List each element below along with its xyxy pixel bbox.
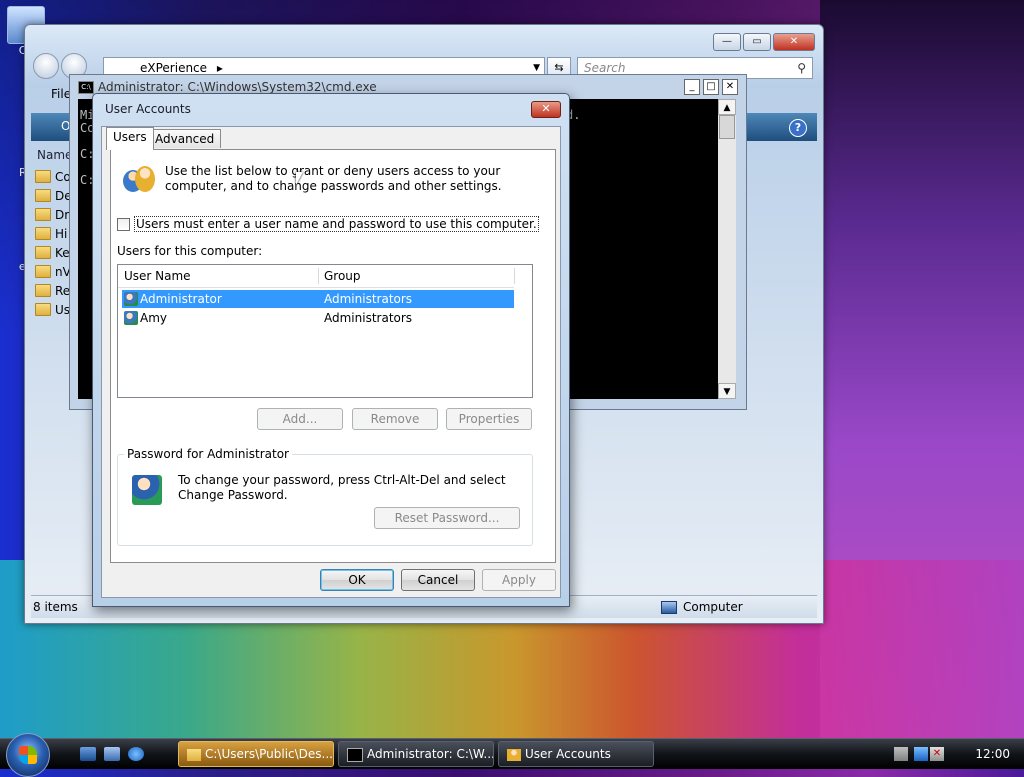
- status-item-count: 8 items: [33, 600, 78, 614]
- apply-button[interactable]: Apply: [482, 569, 556, 591]
- checkbox-label[interactable]: Users must enter a user name and passwor…: [134, 216, 539, 232]
- require-login-checkbox[interactable]: Users must enter a user name and passwor…: [117, 216, 539, 232]
- password-group-title: Password for Administrator: [124, 447, 292, 461]
- maximize-button[interactable]: □: [703, 79, 719, 95]
- status-zone: Computer: [661, 596, 743, 618]
- properties-button[interactable]: Properties: [446, 408, 532, 430]
- chevron-right-icon: ▸: [216, 61, 223, 75]
- minimize-button[interactable]: —: [713, 33, 741, 51]
- address-text: eXPerience: [140, 61, 208, 75]
- ok-button[interactable]: OK: [320, 569, 394, 591]
- taskbar-item-explorer[interactable]: C:\Users\Public\Des...: [178, 741, 334, 767]
- column-header-group[interactable]: Group: [324, 265, 361, 287]
- close-button[interactable]: ✕: [722, 79, 738, 95]
- explorer-caption-buttons: — ▭ ✕: [713, 33, 815, 51]
- switch-windows-icon[interactable]: [104, 747, 120, 761]
- table-row[interactable]: Amy Administrators: [122, 309, 514, 327]
- password-instructions: To change your password, press Ctrl-Alt-…: [178, 473, 506, 502]
- folder-icon: [35, 170, 51, 183]
- user-icon: [124, 311, 138, 325]
- folder-icon: [35, 284, 51, 297]
- folder-icon: [35, 246, 51, 259]
- show-desktop-icon[interactable]: [80, 747, 96, 761]
- system-tray: ✕ 12:00: [894, 739, 1024, 769]
- user-icon: [124, 292, 138, 306]
- network-icon[interactable]: [914, 747, 928, 761]
- cancel-button[interactable]: Cancel: [401, 569, 475, 591]
- dialog-title: User Accounts: [105, 102, 191, 116]
- dialog-close-button[interactable]: ✕: [531, 101, 561, 118]
- remove-user-button[interactable]: Remove: [352, 408, 438, 430]
- maximize-button[interactable]: ▭: [743, 33, 771, 51]
- folder-icon: [35, 265, 51, 278]
- computer-icon: [661, 600, 677, 614]
- console-icon: [347, 747, 363, 762]
- clock[interactable]: 12:00: [975, 739, 1010, 769]
- table-row[interactable]: Administrator Administrators: [122, 290, 514, 308]
- user-accounts-dialog[interactable]: User Accounts ✕ Users Advanced Use the l…: [92, 93, 570, 607]
- column-header-user-name[interactable]: User Name: [124, 265, 191, 287]
- folder-icon: [35, 303, 51, 316]
- users-icon: [123, 164, 157, 194]
- users-icon: [507, 748, 521, 761]
- user-icon: [132, 475, 162, 505]
- checkbox-box[interactable]: [117, 217, 130, 231]
- users-tab-panel: Use the list below to grant or deny user…: [110, 149, 556, 563]
- folder-icon: [187, 748, 201, 761]
- internet-explorer-icon[interactable]: [128, 747, 144, 761]
- cmd-caption-buttons: _ □ ✕: [684, 79, 738, 95]
- minimize-button[interactable]: _: [684, 79, 700, 95]
- folder-icon: [35, 227, 51, 240]
- taskbar-item-cmd[interactable]: Administrator: C:\W...: [338, 741, 494, 767]
- reset-password-button[interactable]: Reset Password...: [374, 507, 520, 529]
- intro-text: Use the list below to grant or deny user…: [165, 164, 502, 193]
- close-button[interactable]: ✕: [773, 33, 815, 51]
- folder-icon: [35, 208, 51, 221]
- scroll-up-arrow[interactable]: ▲: [718, 99, 736, 115]
- scroll-thumb[interactable]: [719, 115, 735, 139]
- scroll-down-arrow[interactable]: ▼: [718, 383, 736, 399]
- start-button[interactable]: [6, 733, 50, 777]
- password-group: Password for Administrator To change you…: [117, 447, 533, 546]
- safely-remove-icon[interactable]: [894, 747, 908, 761]
- tab-users[interactable]: Users: [106, 127, 154, 150]
- console-icon: C:\: [78, 80, 94, 94]
- users-list[interactable]: User Name Group Administrator Administra…: [117, 264, 533, 398]
- taskbar-item-user-accounts[interactable]: User Accounts: [498, 741, 654, 767]
- users-list-label: Users for this computer:: [117, 244, 263, 258]
- mouse-cursor: [296, 172, 303, 185]
- volume-muted-icon[interactable]: ✕: [930, 747, 944, 761]
- folder-icon: [35, 189, 51, 202]
- help-icon[interactable]: ?: [789, 119, 807, 137]
- taskbar: C:\Users\Public\Des... Administrator: C:…: [0, 733, 1024, 777]
- add-user-button[interactable]: Add...: [257, 408, 343, 430]
- back-button[interactable]: [33, 53, 59, 79]
- users-list-header: User Name Group: [118, 265, 515, 288]
- dialog-body: Users Advanced Use the list below to gra…: [101, 126, 561, 598]
- search-icon[interactable]: ⚲: [791, 58, 806, 78]
- cmd-scrollbar[interactable]: ▲ ▼: [718, 99, 736, 399]
- tab-advanced[interactable]: Advanced: [148, 129, 222, 148]
- menu-bar: File: [33, 87, 71, 107]
